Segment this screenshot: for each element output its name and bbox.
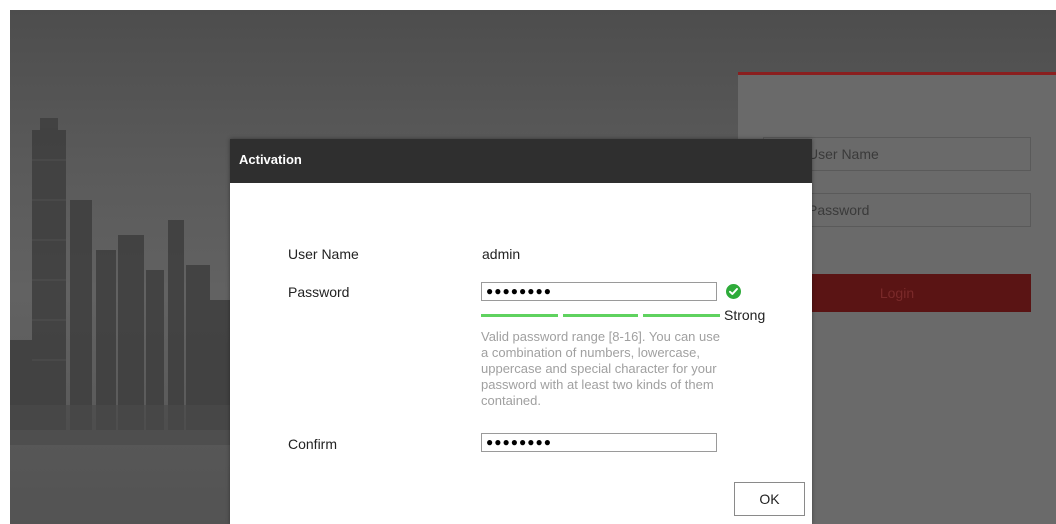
- strength-bar-2: [563, 314, 638, 317]
- confirm-label: Confirm: [288, 436, 338, 452]
- activation-page: User Name Password Login Activation User…: [0, 0, 1056, 524]
- confirm-password-input[interactable]: ●●●●●●●●: [481, 433, 717, 452]
- top-edge: [0, 0, 1056, 10]
- password-input[interactable]: ●●●●●●●●: [481, 282, 717, 301]
- password-label: Password: [288, 284, 350, 300]
- username-label: User Name: [288, 246, 359, 262]
- strength-label: Strong: [724, 307, 766, 323]
- password-hint: Valid password range [8-16]. You can use…: [481, 329, 720, 408]
- left-edge: [0, 0, 10, 524]
- dialog-title: Activation: [239, 152, 302, 167]
- dialog-header: Activation: [230, 139, 812, 183]
- username-value: admin: [482, 246, 521, 262]
- activation-dialog: Activation User Name admin Password ●●●●…: [230, 139, 812, 524]
- strength-bar-3: [643, 314, 720, 317]
- check-circle-icon: [726, 284, 741, 299]
- ok-button[interactable]: OK: [734, 482, 805, 516]
- strength-bar-1: [481, 314, 558, 317]
